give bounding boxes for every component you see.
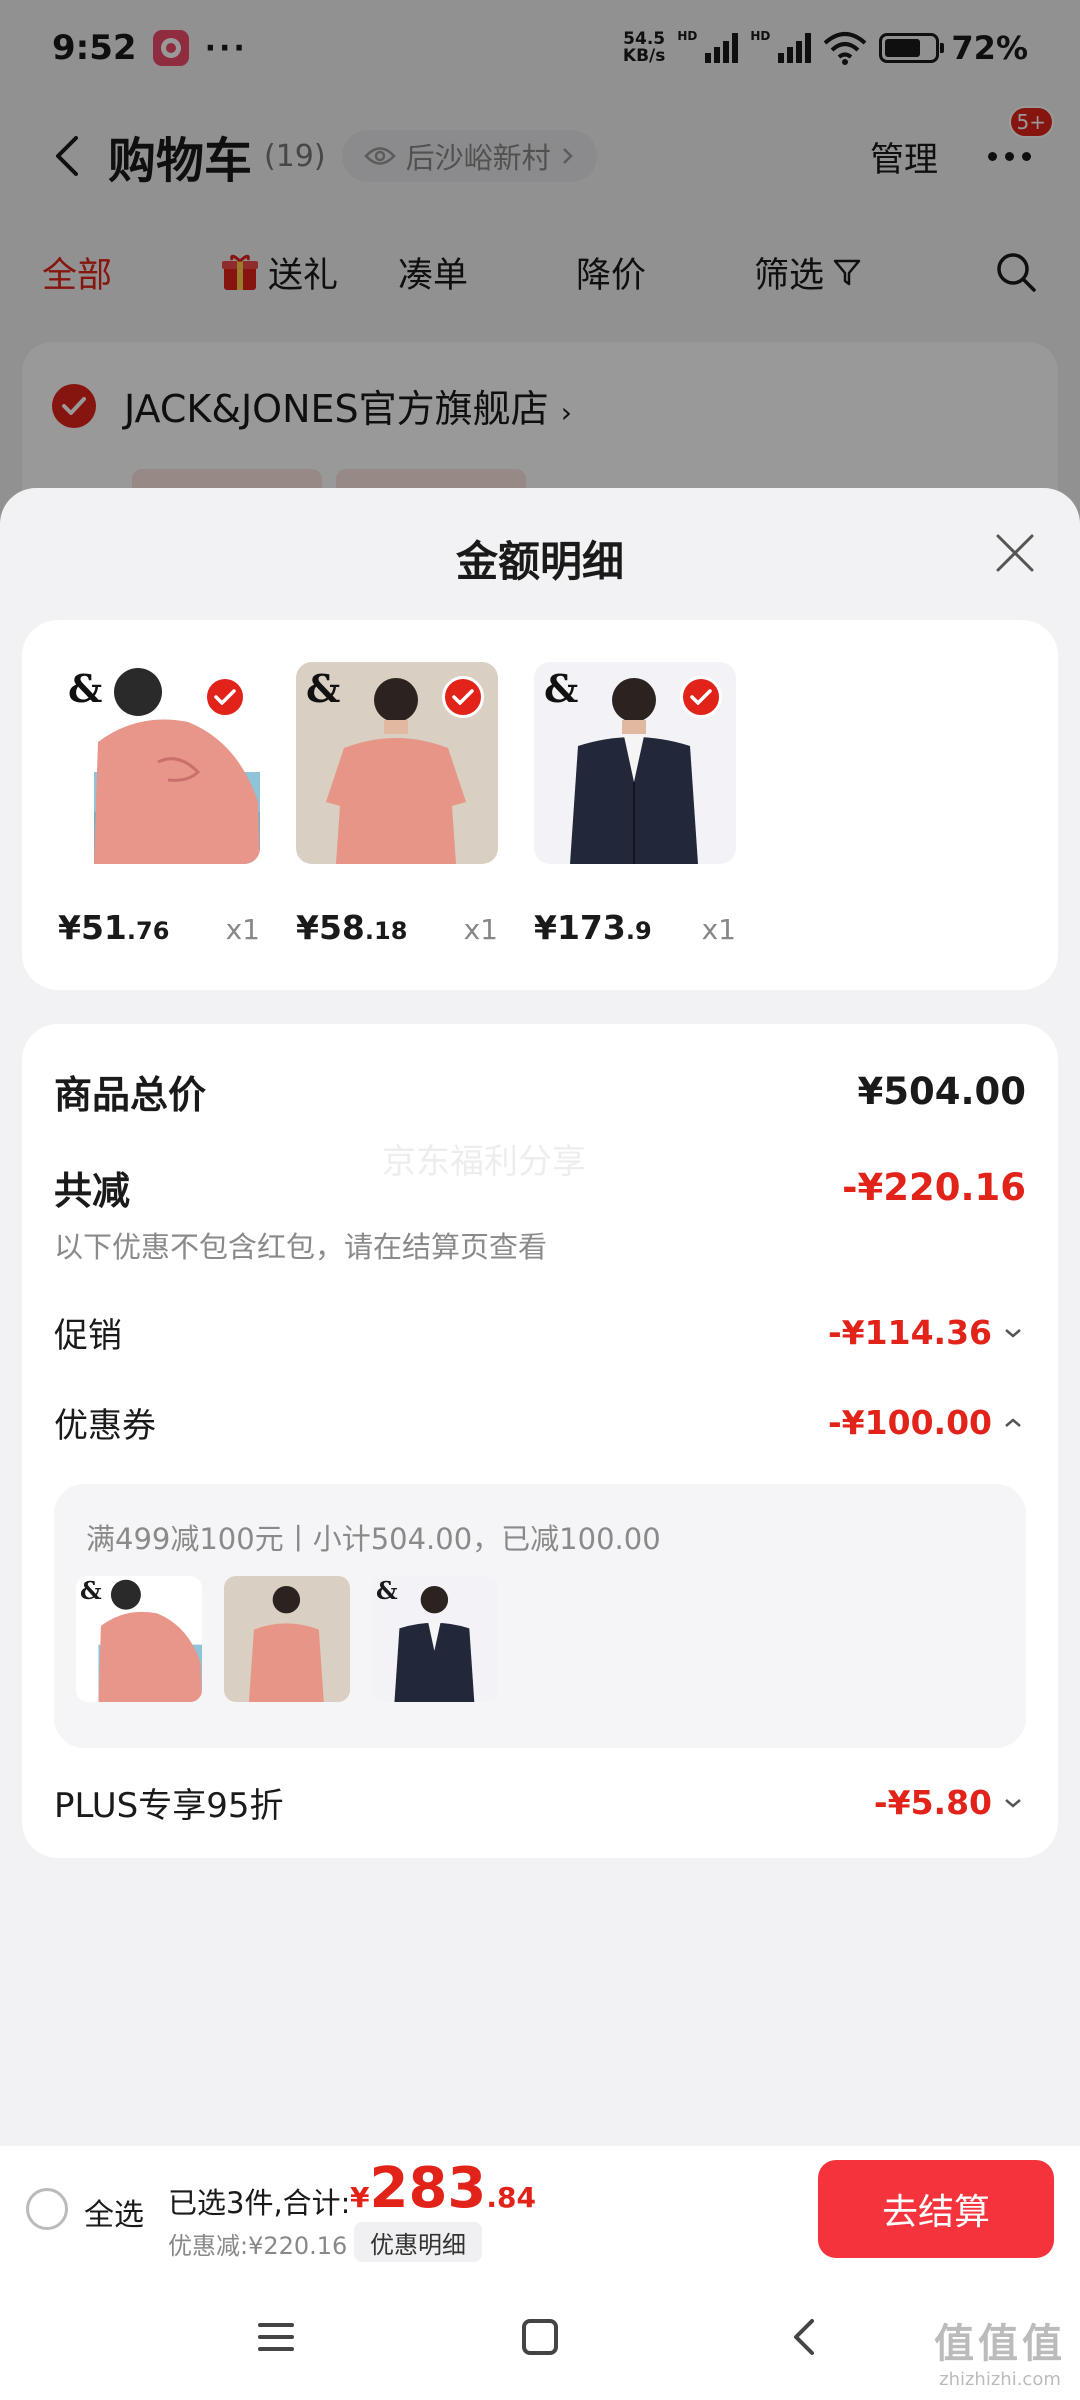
brand-logo: & bbox=[544, 666, 579, 711]
product-check-icon[interactable] bbox=[680, 676, 722, 718]
total-price-row: 商品总价 ¥504.00 bbox=[54, 1064, 1026, 1119]
sheet-title: 金额明细 bbox=[455, 537, 624, 586]
coupon-product-thumb bbox=[224, 1576, 350, 1702]
price-breakdown: 京东福利分享 商品总价 ¥504.00 共减 -¥220.16 以下优惠不包含红… bbox=[22, 1024, 1058, 1858]
discount-summary: 优惠减:¥220.16 bbox=[168, 2232, 348, 2260]
product-image[interactable]: & bbox=[534, 662, 736, 864]
product-item[interactable]: & ¥58 .18 x1 bbox=[296, 662, 498, 947]
menu-icon[interactable] bbox=[254, 2315, 298, 2359]
product-qty: x1 bbox=[225, 913, 260, 946]
product-qty: x1 bbox=[701, 913, 736, 946]
plus-discount-value: -¥5.80 bbox=[873, 1783, 992, 1822]
promotion-row[interactable]: 促销 -¥114.36 bbox=[54, 1308, 1026, 1357]
price-decimal: .9 bbox=[625, 917, 652, 945]
product-check-icon[interactable] bbox=[204, 676, 246, 718]
watermark-url: zhizhizhi.com bbox=[939, 2369, 1061, 2390]
total-reduce-label: 共减 bbox=[54, 1169, 131, 1213]
corner-watermark: 值值值 zhizhizhi.com bbox=[934, 2311, 1066, 2390]
checkout-button[interactable]: 去结算 bbox=[818, 2160, 1054, 2258]
product-qty: x1 bbox=[463, 913, 498, 946]
reduce-note: 以下优惠不包含红包，请在结算页查看 bbox=[54, 1230, 548, 1264]
chevron-down-icon bbox=[1005, 1798, 1021, 1808]
select-all-label[interactable]: 全选 bbox=[84, 2190, 144, 2234]
amount-integer: 283 bbox=[369, 2156, 487, 2221]
cart-page: 9:52 ··· 54.5 KB/s HD HD 72% 购物车 (19) 后沙 bbox=[0, 0, 1080, 2400]
coupon-label: 优惠券 bbox=[54, 1406, 156, 1446]
coupon-value: -¥100.00 bbox=[827, 1403, 992, 1442]
coupon-row[interactable]: 优惠券 -¥100.00 bbox=[54, 1398, 1026, 1447]
coupon-detail-text: 满499减100元丨小计504.00，已减100.00 bbox=[86, 1522, 661, 1556]
system-nav-bar: 值值值 zhizhizhi.com bbox=[0, 2274, 1080, 2400]
price-integer: ¥58 bbox=[296, 908, 365, 947]
promotion-label: 促销 bbox=[54, 1316, 122, 1356]
product-item[interactable]: & ¥51 .76 x1 bbox=[58, 662, 260, 947]
brand-logo: & bbox=[68, 666, 103, 711]
product-price-row: ¥58 .18 x1 bbox=[296, 908, 498, 958]
total-price-value: ¥504.00 bbox=[857, 1070, 1026, 1113]
product-price-row: ¥51 .76 x1 bbox=[58, 908, 260, 958]
promotion-value: -¥114.36 bbox=[827, 1313, 992, 1352]
brand-logo: & bbox=[306, 666, 341, 711]
back-nav-icon[interactable] bbox=[782, 2315, 826, 2359]
plus-discount-row[interactable]: PLUS专享95折 -¥5.80 bbox=[54, 1778, 1026, 1827]
product-price-row: ¥173 .9 x1 bbox=[534, 908, 736, 958]
home-icon[interactable] bbox=[518, 2315, 562, 2359]
brand-logo: & bbox=[376, 1576, 398, 1605]
total-price-label: 商品总价 bbox=[54, 1073, 207, 1117]
total-reduce-value: -¥220.16 bbox=[842, 1166, 1026, 1209]
total-reduce-row: 共减 -¥220.16 bbox=[54, 1160, 1026, 1215]
selection-summary: 已选3件,合计: bbox=[168, 2186, 351, 2220]
close-icon[interactable] bbox=[990, 528, 1040, 578]
coupon-product-thumb: & bbox=[372, 1576, 498, 1702]
watermark-logo: 值值值 bbox=[934, 2321, 1066, 2367]
price-integer: ¥51 bbox=[58, 908, 127, 947]
price-decimal: .76 bbox=[126, 917, 170, 945]
brand-logo: & bbox=[80, 1576, 102, 1605]
price-detail-sheet: 金额明细 & ¥51 .76 x1 & ¥58 .18 x1 & ¥173 .9… bbox=[0, 488, 1080, 2146]
chevron-down-icon bbox=[1005, 1328, 1021, 1338]
product-image[interactable]: & bbox=[58, 662, 260, 864]
discount-detail-button[interactable]: 优惠明细 bbox=[354, 2222, 482, 2262]
checkout-bar: 全选 已选3件,合计: ¥ 283 .84 优惠减:¥220.16 优惠明细 去… bbox=[0, 2146, 1080, 2274]
coupon-product-thumb: & bbox=[76, 1576, 202, 1702]
currency-symbol: ¥ bbox=[350, 2181, 370, 2214]
select-all-radio[interactable] bbox=[26, 2188, 68, 2230]
coupon-detail-box: 满499减100元丨小计504.00，已减100.00 & & bbox=[54, 1484, 1026, 1748]
plus-discount-label: PLUS专享95折 bbox=[54, 1786, 284, 1826]
chevron-up-icon bbox=[1005, 1417, 1021, 1427]
product-image[interactable]: & bbox=[296, 662, 498, 864]
product-check-icon[interactable] bbox=[442, 676, 484, 718]
price-integer: ¥173 bbox=[534, 908, 626, 947]
selected-products: & ¥51 .76 x1 & ¥58 .18 x1 & ¥173 .9 x1 bbox=[22, 620, 1058, 990]
total-amount: ¥ 283 .84 bbox=[350, 2156, 536, 2221]
product-item[interactable]: & ¥173 .9 x1 bbox=[534, 662, 736, 947]
price-decimal: .18 bbox=[364, 917, 408, 945]
amount-decimal: .84 bbox=[486, 2181, 536, 2214]
